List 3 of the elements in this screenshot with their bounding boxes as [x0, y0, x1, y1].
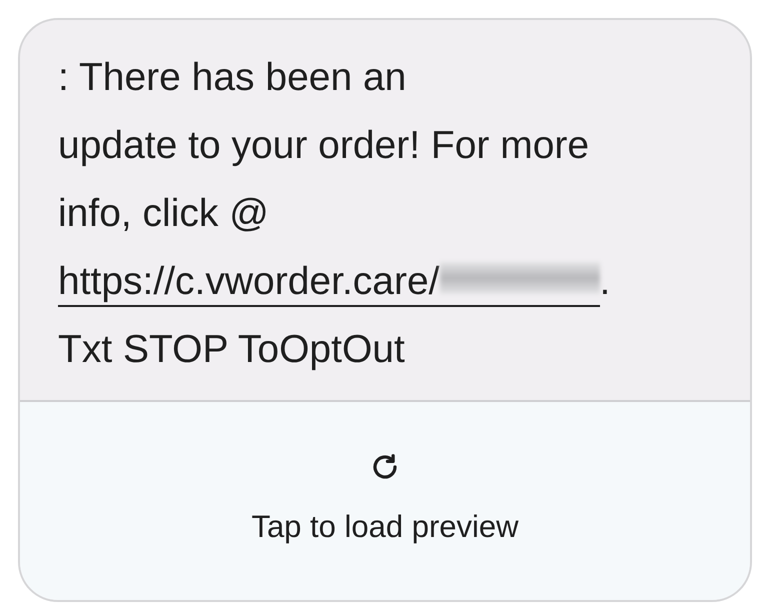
message-text: : There has been an update to your order! For more info, click @ https://c.vworder.care/ . Txt STOP ToOptOut: [58, 55, 612, 373]
message-link[interactable]: https://c.vworder.care/: [58, 259, 600, 307]
load-preview-button[interactable]: Tap to load preview: [20, 400, 750, 600]
